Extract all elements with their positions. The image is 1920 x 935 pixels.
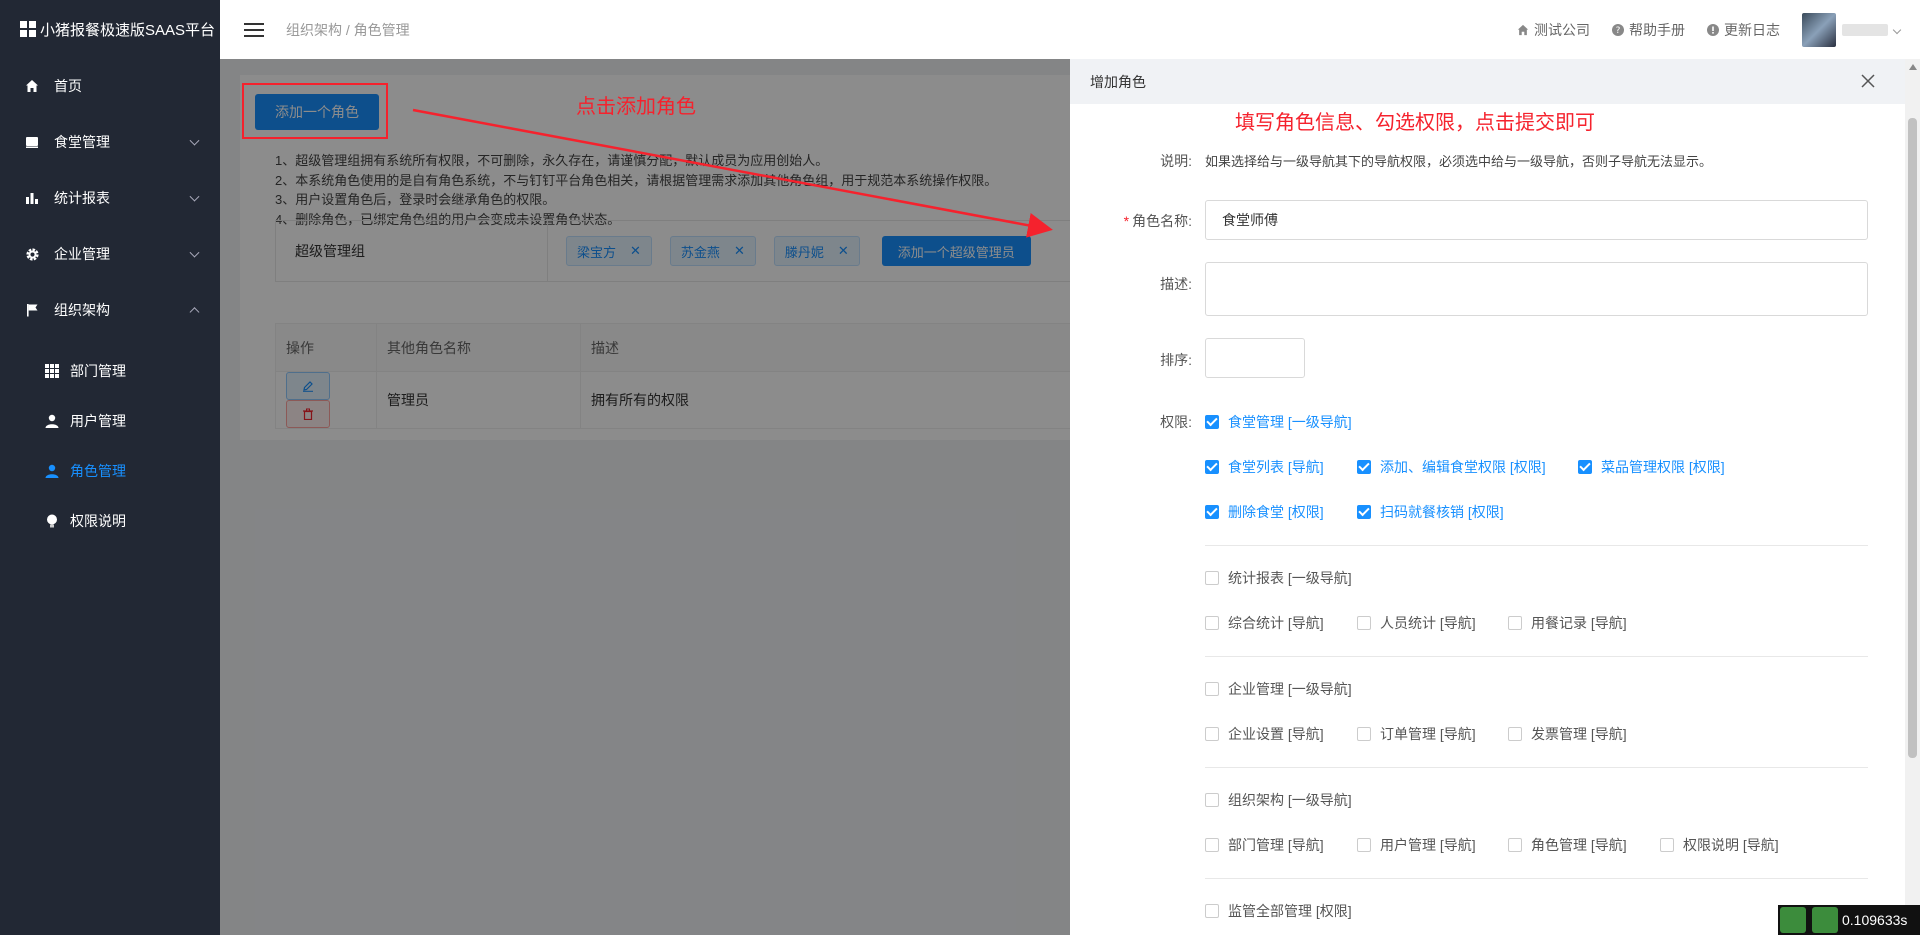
checkbox bbox=[1357, 727, 1371, 741]
checkbox bbox=[1508, 727, 1522, 741]
perm-stats-overall[interactable]: 综合统计 [导航] bbox=[1205, 613, 1324, 633]
checkbox bbox=[1205, 838, 1219, 852]
app-root: 小猪报餐极速版SAAS平台 首页 食堂管理 统计报表 企业管理 组织架构 部门管… bbox=[0, 0, 1920, 935]
perm-label-text: 添加、编辑食堂权限 [权限] bbox=[1380, 459, 1546, 475]
perm-company-settings[interactable]: 企业设置 [导航] bbox=[1205, 724, 1324, 744]
role-name-label: * 角色名称: bbox=[1123, 213, 1192, 229]
perm-canteen-list[interactable]: 食堂列表 [导航] bbox=[1205, 457, 1324, 477]
role-name-label-text: 角色名称: bbox=[1132, 213, 1192, 229]
checkbox bbox=[1357, 838, 1371, 852]
perm-label-text: 组织架构 [一级导航] bbox=[1228, 792, 1352, 808]
perm-canteen-scan[interactable]: 扫码就餐核销 [权限] bbox=[1357, 502, 1504, 522]
perm-company-orders[interactable]: 订单管理 [导航] bbox=[1357, 724, 1476, 744]
checkbox bbox=[1660, 838, 1674, 852]
perm-label-text: 人员统计 [导航] bbox=[1380, 615, 1476, 631]
note-text: 如果选择给与一级导航其下的导航权限，必须选中给与一级导航，否则子导航无法显示。 bbox=[1205, 154, 1713, 169]
checkbox-checked bbox=[1205, 505, 1219, 519]
perm-supervise[interactable]: 监管全部管理 [权限] bbox=[1205, 901, 1352, 921]
desc-label: 描述: bbox=[1160, 276, 1192, 292]
checkbox bbox=[1508, 838, 1522, 852]
divider bbox=[1205, 767, 1868, 768]
checkbox-checked bbox=[1205, 460, 1219, 474]
scroll-thumb[interactable] bbox=[1908, 118, 1917, 758]
perm-stats-meals[interactable]: 用餐记录 [导航] bbox=[1508, 613, 1627, 633]
checkbox-checked bbox=[1205, 415, 1219, 429]
timer-value: 0.109633s bbox=[1842, 912, 1908, 928]
checkbox bbox=[1205, 571, 1219, 585]
perm-org-permission[interactable]: 权限说明 [导航] bbox=[1660, 835, 1779, 855]
perm-org-role[interactable]: 角色管理 [导航] bbox=[1508, 835, 1627, 855]
divider bbox=[1205, 656, 1868, 657]
perm-label-text: 企业管理 [一级导航] bbox=[1228, 681, 1352, 697]
perm-label-text: 食堂列表 [导航] bbox=[1228, 459, 1324, 475]
checkbox-checked bbox=[1357, 505, 1371, 519]
perm-stats-main[interactable]: 统计报表 [一级导航] bbox=[1205, 568, 1352, 588]
checkbox-checked bbox=[1578, 460, 1592, 474]
timer-badge: 0.109633s bbox=[1778, 905, 1920, 935]
perm-label-text: 订单管理 [导航] bbox=[1380, 726, 1476, 742]
close-icon[interactable] bbox=[1859, 72, 1877, 90]
scrollbar[interactable] bbox=[1905, 59, 1920, 935]
drawer-header: 增加角色 bbox=[1070, 59, 1905, 104]
perm-canteen-edit[interactable]: 添加、编辑食堂权限 [权限] bbox=[1357, 457, 1546, 477]
checkbox bbox=[1205, 616, 1219, 630]
scroll-up-arrow-icon[interactable] bbox=[1905, 59, 1920, 74]
perm-label-text: 删除食堂 [权限] bbox=[1228, 504, 1324, 520]
perm-stats-people[interactable]: 人员统计 [导航] bbox=[1357, 613, 1476, 633]
perm-label-text: 食堂管理 [一级导航] bbox=[1228, 414, 1352, 430]
perm-label-text: 用餐记录 [导航] bbox=[1531, 615, 1627, 631]
perm-label-text: 菜品管理权限 [权限] bbox=[1601, 459, 1725, 475]
checkbox bbox=[1357, 616, 1371, 630]
perm-label-text: 统计报表 [一级导航] bbox=[1228, 570, 1352, 586]
perm-org-department[interactable]: 部门管理 [导航] bbox=[1205, 835, 1324, 855]
sort-input[interactable] bbox=[1205, 338, 1305, 378]
perm-label: 权限: bbox=[1160, 414, 1192, 430]
perm-label-text: 部门管理 [导航] bbox=[1228, 837, 1324, 853]
perm-label-text: 权限说明 [导航] bbox=[1683, 837, 1779, 853]
checkbox bbox=[1205, 727, 1219, 741]
checkbox bbox=[1508, 616, 1522, 630]
perm-label-text: 企业设置 [导航] bbox=[1228, 726, 1324, 742]
perm-company-invoice[interactable]: 发票管理 [导航] bbox=[1508, 724, 1627, 744]
checkbox bbox=[1205, 682, 1219, 696]
perm-canteen-main[interactable]: 食堂管理 [一级导航] bbox=[1205, 412, 1352, 432]
note-label: 说明: bbox=[1160, 153, 1192, 169]
checkbox-checked bbox=[1357, 460, 1371, 474]
checkbox bbox=[1205, 904, 1219, 918]
perm-canteen-delete[interactable]: 删除食堂 [权限] bbox=[1205, 502, 1324, 522]
perm-org-user[interactable]: 用户管理 [导航] bbox=[1357, 835, 1476, 855]
add-role-drawer: 增加角色 填写角色信息、勾选权限，点击提交即可 说明: 如果选择给与一级导航其下… bbox=[1070, 59, 1905, 935]
perm-canteen-dish[interactable]: 菜品管理权限 [权限] bbox=[1578, 457, 1725, 477]
perm-label-text: 综合统计 [导航] bbox=[1228, 615, 1324, 631]
leaf-logo-icon bbox=[1812, 907, 1838, 933]
checkbox bbox=[1205, 793, 1219, 807]
divider bbox=[1205, 878, 1868, 879]
drawer-title: 增加角色 bbox=[1090, 73, 1146, 90]
perm-label-text: 角色管理 [导航] bbox=[1531, 837, 1627, 853]
perm-label-text: 扫码就餐核销 [权限] bbox=[1380, 504, 1504, 520]
perm-company-main[interactable]: 企业管理 [一级导航] bbox=[1205, 679, 1352, 699]
leaf-logo-icon bbox=[1780, 907, 1806, 933]
perm-label-text: 用户管理 [导航] bbox=[1380, 837, 1476, 853]
perm-org-main[interactable]: 组织架构 [一级导航] bbox=[1205, 790, 1352, 810]
sort-label: 排序: bbox=[1160, 352, 1192, 368]
role-name-input[interactable] bbox=[1205, 200, 1868, 240]
perm-label-text: 监管全部管理 [权限] bbox=[1228, 903, 1352, 919]
divider bbox=[1205, 545, 1868, 546]
desc-textarea[interactable] bbox=[1205, 262, 1868, 316]
annotation-fill-form: 填写角色信息、勾选权限，点击提交即可 bbox=[1235, 112, 1595, 134]
perm-label-text: 发票管理 [导航] bbox=[1531, 726, 1627, 742]
